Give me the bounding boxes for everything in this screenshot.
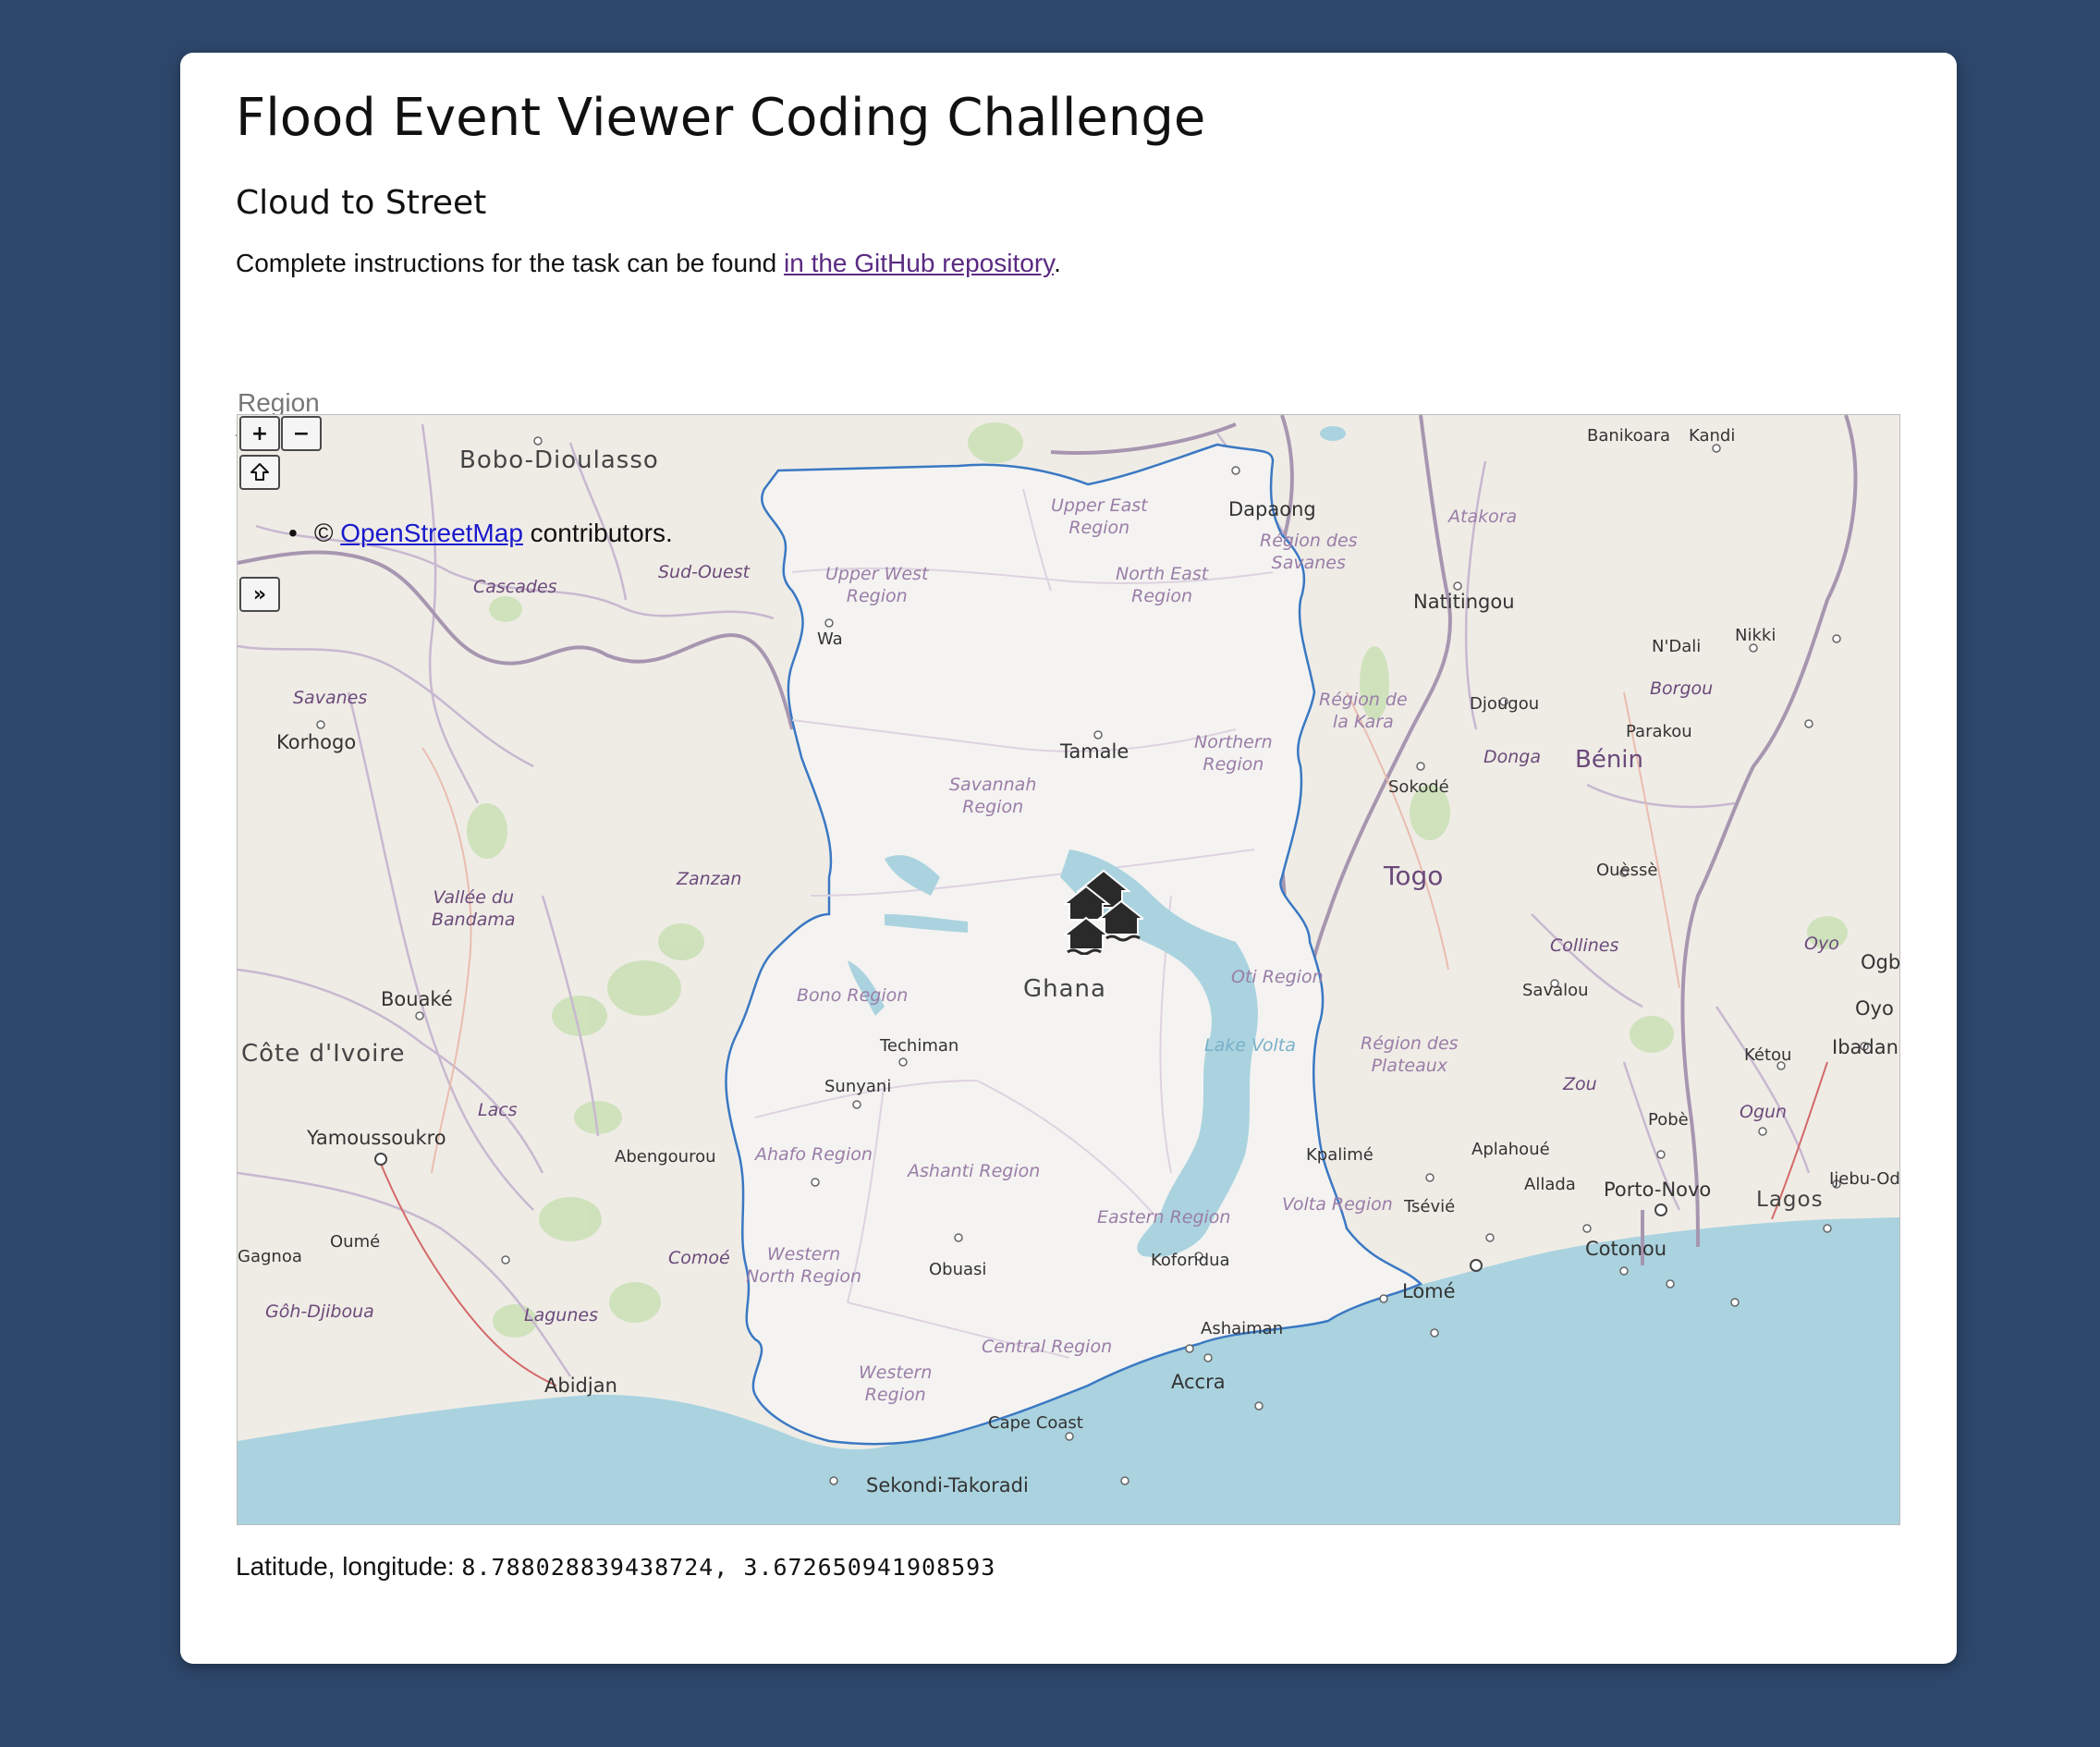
instructions-prefix: Complete instructions for the task can b… bbox=[236, 249, 784, 277]
openstreetmap-link[interactable]: OpenStreetMap bbox=[340, 519, 523, 547]
expand-attribution-button[interactable]: » bbox=[239, 577, 280, 612]
coordinates-readout: Latitude, longitude: 8.788028839438724, … bbox=[236, 1552, 995, 1582]
home-button[interactable] bbox=[239, 455, 280, 490]
flood-house-icon[interactable] bbox=[1064, 866, 1143, 955]
instructions-suffix: . bbox=[1054, 249, 1061, 277]
home-icon bbox=[250, 463, 269, 481]
zoom-in-button[interactable]: + bbox=[239, 416, 280, 451]
attribution-suffix: contributors. bbox=[522, 519, 673, 547]
attribution-prefix: © bbox=[313, 519, 341, 547]
github-repository-link[interactable]: in the GitHub repository bbox=[784, 249, 1054, 277]
page-title: Flood Event Viewer Coding Challenge bbox=[236, 88, 1206, 148]
zoom-out-button[interactable]: − bbox=[281, 416, 322, 451]
page-subtitle: Cloud to Street bbox=[236, 184, 487, 222]
main-card: Flood Event Viewer Coding Challenge Clou… bbox=[180, 53, 1957, 1664]
instructions-text: Complete instructions for the task can b… bbox=[236, 249, 1061, 278]
map-attribution: • © OpenStreetMap contributors. bbox=[288, 519, 673, 548]
coordinates-label: Latitude, longitude: bbox=[236, 1552, 462, 1581]
map-viewport[interactable]: Bobo-Dioulasso Banikoara Kandi Dapaong A… bbox=[237, 414, 1900, 1525]
attribution-bullet: • bbox=[288, 519, 298, 547]
coordinates-value: 8.788028839438724, 3.672650941908593 bbox=[461, 1554, 996, 1581]
map-base-layer bbox=[238, 415, 1899, 1524]
